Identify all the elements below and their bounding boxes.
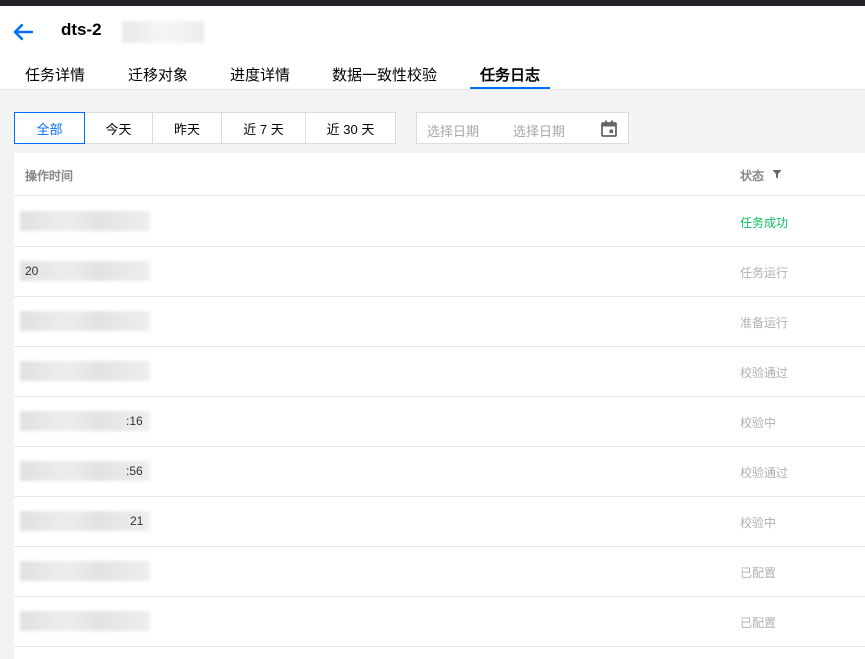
table-row: 准备运行 xyxy=(14,297,865,347)
status-cell: 准备运行 xyxy=(740,316,789,330)
range-last-30-days-button[interactable]: 近 30 天 xyxy=(306,113,395,143)
redacted-operation-time xyxy=(20,361,150,381)
column-header-status: 状态 xyxy=(740,169,765,183)
table-row: :16 校验中 xyxy=(14,397,865,447)
end-date-placeholder[interactable]: 选择日期 xyxy=(513,121,565,140)
table-row: 已配置 xyxy=(14,597,865,647)
redacted-operation-time xyxy=(20,561,150,581)
tab-data-consistency-check[interactable]: 数据一致性校验 xyxy=(332,64,437,85)
table-row: 校验通过 xyxy=(14,347,865,397)
start-date-placeholder[interactable]: 选择日期 xyxy=(427,121,479,140)
redacted-operation-time xyxy=(20,311,150,331)
operation-time-fragment: 21 xyxy=(130,514,144,528)
redacted-operation-time xyxy=(20,261,150,281)
status-cell: 校验通过 xyxy=(740,466,789,480)
status-cell: 校验中 xyxy=(740,516,777,530)
active-tab-indicator xyxy=(470,87,550,89)
status-cell: 已配置 xyxy=(740,616,777,630)
date-range-button-group: 全部 今天 昨天 近 7 天 近 30 天 xyxy=(14,112,396,144)
table-row: 21 校验中 xyxy=(14,497,865,547)
range-yesterday-button[interactable]: 昨天 xyxy=(153,113,222,143)
table-row: 已配置 xyxy=(14,547,865,597)
status-cell: 任务运行 xyxy=(740,266,789,280)
redacted-operation-time xyxy=(20,211,150,231)
operation-time-fragment: :56 xyxy=(126,464,143,478)
status-filter-icon[interactable] xyxy=(772,169,782,179)
tab-progress-details[interactable]: 进度详情 xyxy=(230,64,290,85)
range-all-button[interactable]: 全部 xyxy=(14,112,85,144)
redacted-title-suffix xyxy=(122,21,204,43)
range-today-button[interactable]: 今天 xyxy=(85,113,153,143)
page-title: dts-2 xyxy=(61,20,102,39)
redacted-operation-time xyxy=(20,611,150,631)
calendar-icon[interactable] xyxy=(601,120,617,137)
tab-migration-objects[interactable]: 迁移对象 xyxy=(128,64,188,85)
table-row: 任务成功 xyxy=(14,197,865,247)
date-range-picker[interactable]: 选择日期 选择日期 xyxy=(416,112,629,144)
status-cell: 校验通过 xyxy=(740,366,789,380)
table-header: 操作时间 状态 xyxy=(14,153,865,196)
operation-time-fragment: :16 xyxy=(126,414,143,428)
status-cell: 已配置 xyxy=(740,566,777,580)
tab-bar: 任务详情 迁移对象 进度详情 数据一致性校验 任务日志 xyxy=(0,64,865,90)
page-header: dts-2 任务详情 迁移对象 进度详情 数据一致性校验 任务日志 xyxy=(0,6,865,90)
tab-task-details[interactable]: 任务详情 xyxy=(25,64,85,85)
status-cell: 任务成功 xyxy=(740,216,789,230)
back-arrow-icon[interactable] xyxy=(12,23,34,41)
status-cell: 校验中 xyxy=(740,416,777,430)
tab-task-log[interactable]: 任务日志 xyxy=(480,64,540,85)
range-last-7-days-button[interactable]: 近 7 天 xyxy=(222,113,306,143)
table-row: :56 校验通过 xyxy=(14,447,865,497)
table-row: 20 任务运行 xyxy=(14,247,865,297)
column-header-operation-time: 操作时间 xyxy=(25,169,74,183)
task-log-table: 操作时间 状态 任务成功 20 任务运行 准备运行 校验通过 :16 校验中 :… xyxy=(14,153,865,659)
operation-time-fragment: 20 xyxy=(25,264,39,278)
